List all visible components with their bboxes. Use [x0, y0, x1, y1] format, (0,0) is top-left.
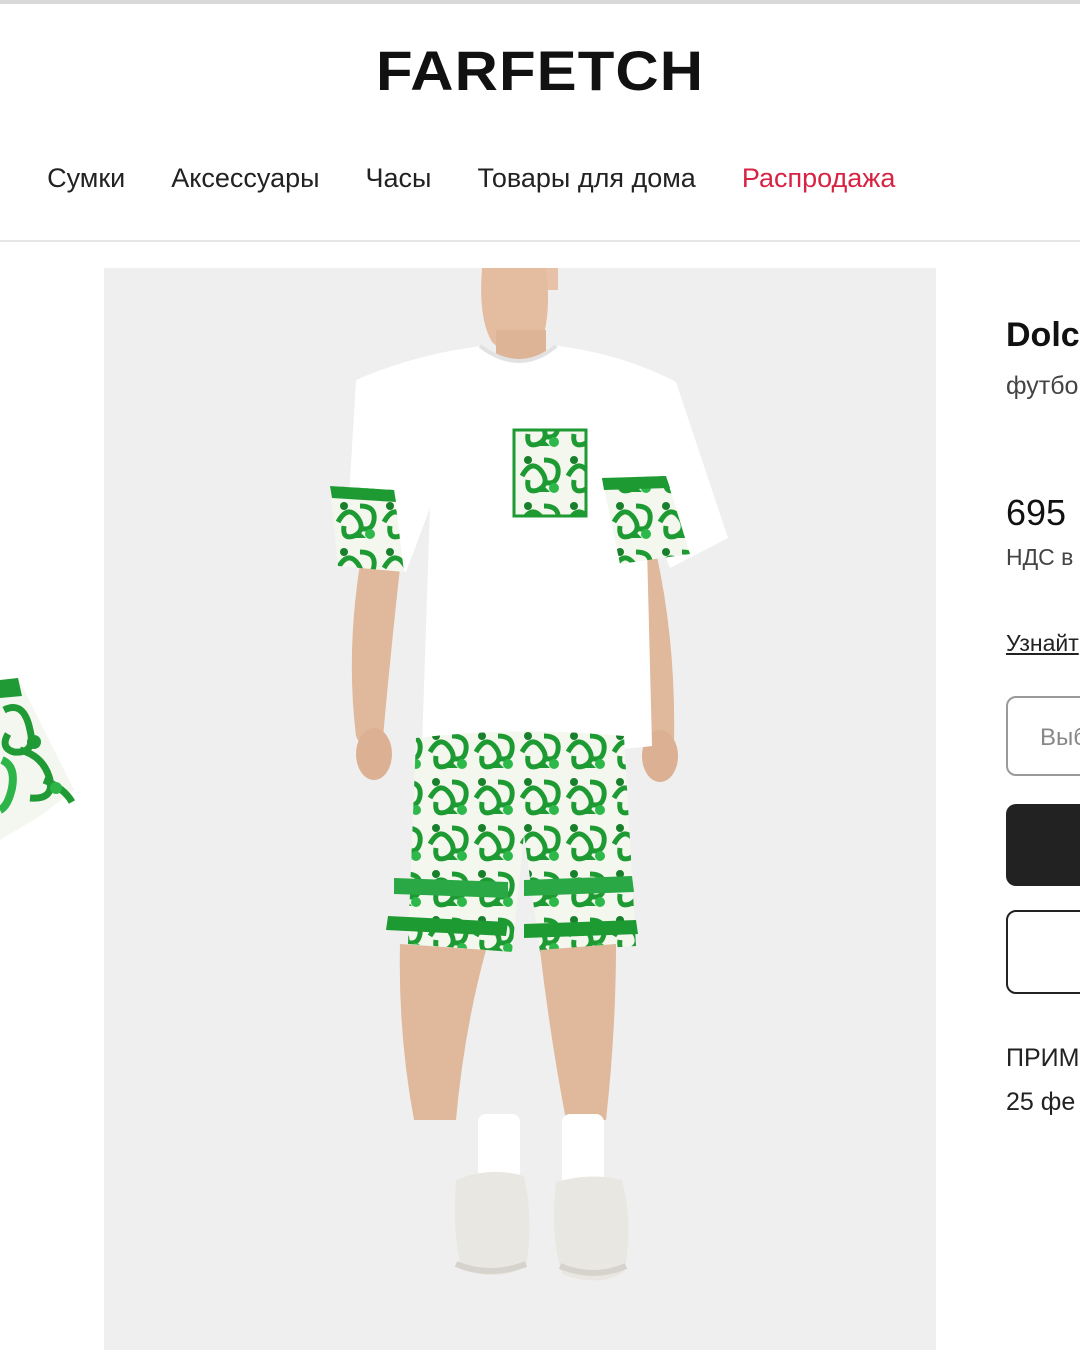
nav-item-watches[interactable]: Часы	[366, 163, 432, 194]
product-main-image[interactable]	[104, 268, 936, 1350]
farfetch-logo[interactable]: FARFETCH	[0, 38, 1080, 103]
product-info-panel: Dolc футбо 695 НДС в Узнайт Выб ПРИМ 25 …	[1006, 300, 1080, 1350]
vat-note: НДС в	[1006, 544, 1074, 570]
learn-more-link[interactable]: Узнайт	[1006, 630, 1079, 657]
nav-item-sale[interactable]: Распродажа	[742, 163, 896, 194]
nav-item-bags[interactable]: Сумки	[47, 163, 125, 194]
site-header: FARFETCH и Сумки Аксессуары Часы Товары …	[0, 4, 1080, 242]
product-brand[interactable]: Dolc	[1006, 316, 1080, 355]
delivery-estimate-title: ПРИМ	[1006, 1044, 1080, 1072]
product-price: 695	[1006, 492, 1067, 533]
thumbnail-shorts[interactable]	[0, 640, 80, 860]
nav-item-accessories[interactable]: Аксессуары	[171, 163, 319, 194]
size-select[interactable]: Выб	[1006, 696, 1080, 776]
add-to-bag-button[interactable]	[1006, 804, 1080, 886]
nav-item-home[interactable]: Товары для дома	[477, 163, 695, 194]
nav-item-clothing[interactable]: и	[0, 163, 1, 194]
product-description: футбо	[1006, 372, 1079, 400]
category-nav: и Сумки Аксессуары Часы Товары для дома …	[0, 156, 941, 200]
product-page: FARFETCH и Сумки Аксессуары Часы Товары …	[0, 0, 1080, 1350]
delivery-estimate-date: 25 фе	[1006, 1088, 1076, 1116]
wishlist-button[interactable]	[1006, 910, 1080, 994]
